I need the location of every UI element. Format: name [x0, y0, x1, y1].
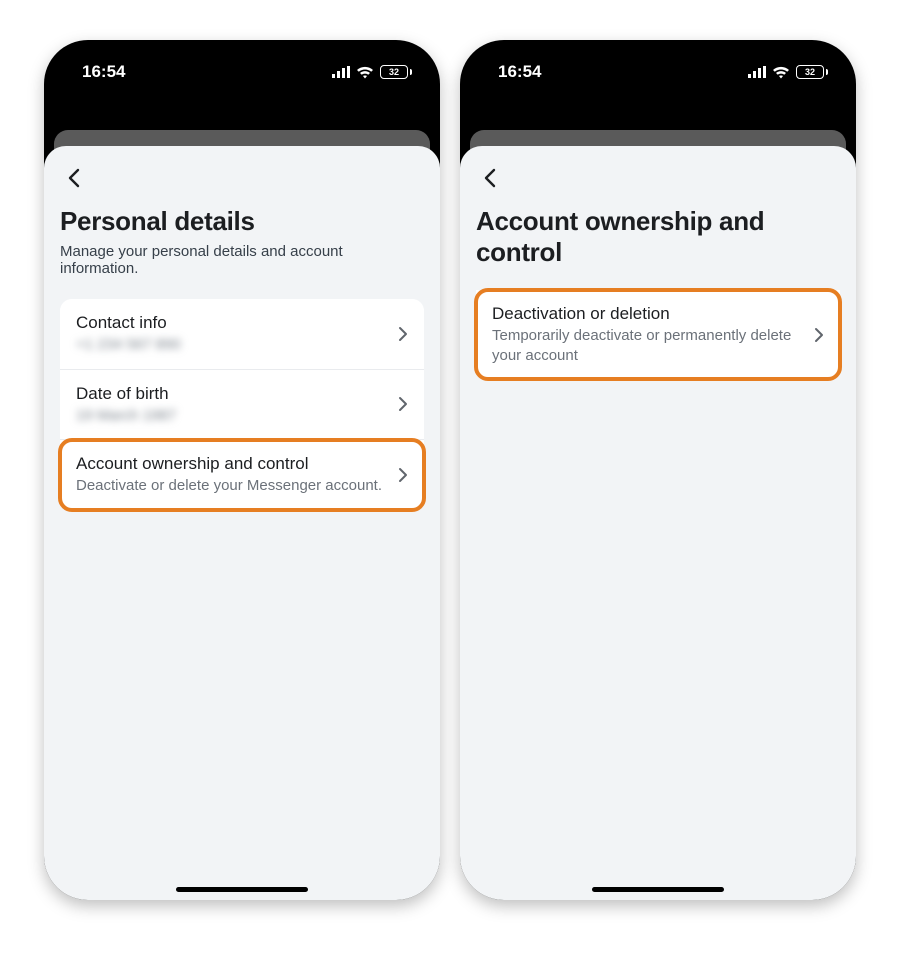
highlight-box: Account ownership and control Deactivate… — [60, 440, 424, 510]
row-sub: Deactivate or delete your Messenger acco… — [76, 476, 388, 496]
row-title: Date of birth — [76, 384, 388, 404]
back-button[interactable] — [60, 164, 88, 192]
row-deactivation-deletion[interactable]: Deactivation or deletion Temporarily dea… — [476, 290, 840, 379]
battery-indicator: 32 — [796, 65, 828, 79]
chevron-right-icon — [398, 467, 408, 483]
row-date-of-birth[interactable]: Date of birth 19 March 1987 — [60, 370, 424, 441]
chevron-left-icon — [67, 168, 81, 188]
row-account-ownership[interactable]: Account ownership and control Deactivate… — [60, 440, 424, 510]
row-title: Account ownership and control — [76, 454, 388, 474]
page-title: Personal details — [60, 206, 424, 237]
battery-indicator: 32 — [380, 65, 412, 79]
status-time: 16:54 — [82, 62, 125, 82]
battery-pct: 32 — [389, 68, 399, 77]
row-contact-info[interactable]: Contact info +1 234 567 890 — [60, 299, 424, 370]
phone-right: 16:54 32 Account ownership and control D… — [460, 40, 856, 900]
status-time: 16:54 — [498, 62, 541, 82]
sheet: Account ownership and control Deactivati… — [460, 146, 856, 900]
status-right: 32 — [332, 65, 412, 79]
home-indicator[interactable] — [592, 887, 724, 892]
status-right: 32 — [748, 65, 828, 79]
row-sub-blurred: 19 March 1987 — [76, 406, 388, 426]
home-indicator[interactable] — [176, 887, 308, 892]
page-subtitle: Manage your personal details and account… — [60, 243, 424, 277]
status-bar: 16:54 32 — [44, 40, 440, 94]
wifi-icon — [356, 66, 374, 79]
phone-left: 16:54 32 Personal details Manage your pe… — [44, 40, 440, 900]
settings-card: Contact info +1 234 567 890 Date of birt… — [60, 299, 424, 510]
row-sub: Temporarily deactivate or permanently de… — [492, 326, 804, 365]
back-button[interactable] — [476, 164, 504, 192]
highlight-box: Deactivation or deletion Temporarily dea… — [476, 290, 840, 379]
signal-icon — [332, 66, 350, 78]
chevron-right-icon — [398, 326, 408, 342]
page-title: Account ownership and control — [476, 206, 840, 268]
row-title: Deactivation or deletion — [492, 304, 804, 324]
sheet: Personal details Manage your personal de… — [44, 146, 440, 900]
chevron-right-icon — [398, 396, 408, 412]
battery-pct: 32 — [805, 68, 815, 77]
wifi-icon — [772, 66, 790, 79]
chevron-right-icon — [814, 327, 824, 343]
row-sub-blurred: +1 234 567 890 — [76, 335, 388, 355]
chevron-left-icon — [483, 168, 497, 188]
status-bar: 16:54 32 — [460, 40, 856, 94]
row-title: Contact info — [76, 313, 388, 333]
signal-icon — [748, 66, 766, 78]
